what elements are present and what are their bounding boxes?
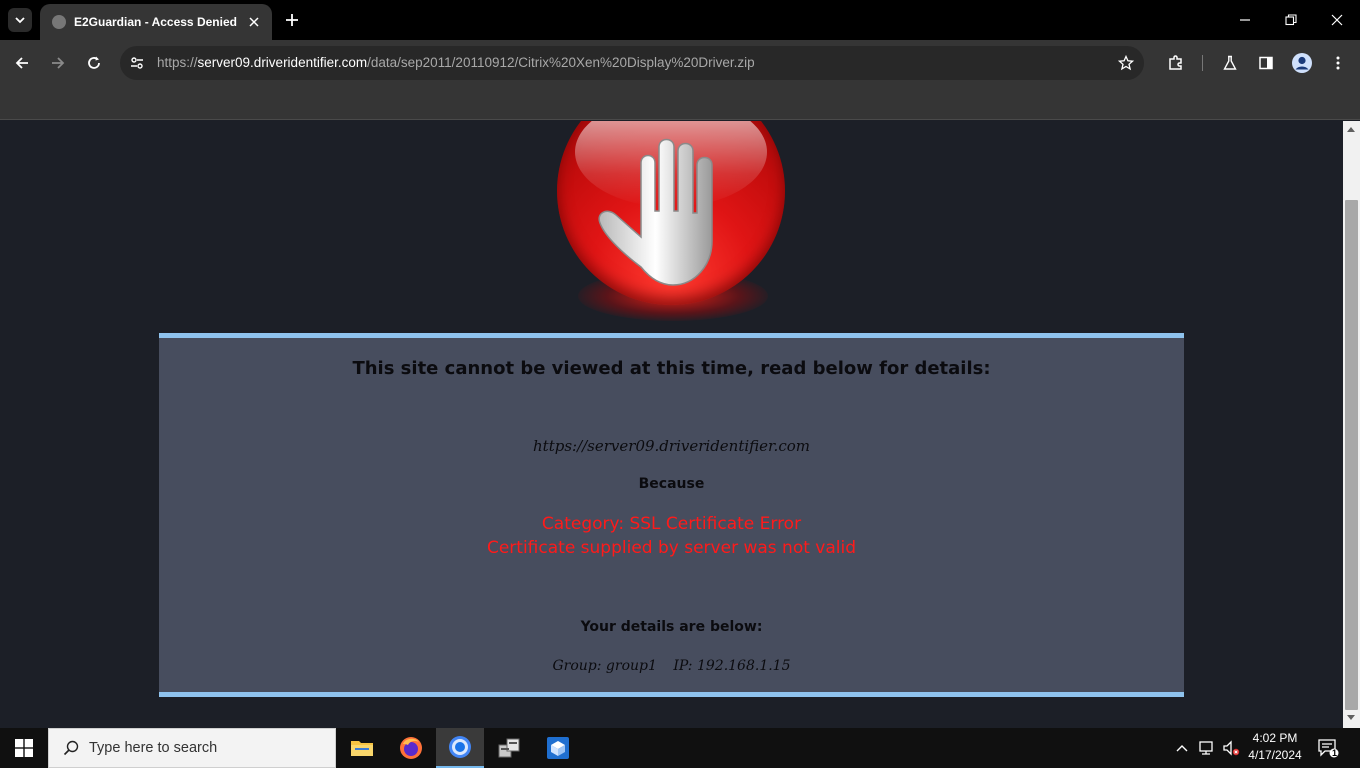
start-button[interactable] (0, 728, 48, 768)
globe-icon (52, 15, 66, 29)
extensions-icon[interactable] (1164, 51, 1188, 75)
network-status-button[interactable] (1196, 728, 1218, 768)
new-tab-button[interactable] (282, 10, 302, 30)
close-window-button[interactable] (1314, 0, 1360, 40)
scroll-up-icon[interactable] (1346, 124, 1356, 134)
scroll-down-icon[interactable] (1346, 713, 1356, 723)
block-reason-detail: Certificate supplied by server was not v… (486, 538, 857, 558)
user-details-heading: Your details are below: (580, 619, 763, 635)
block-reason-category: Category: SSL Certificate Error (541, 514, 802, 534)
tab-search-button[interactable] (8, 8, 32, 32)
tab-close-icon[interactable] (246, 14, 262, 30)
labs-flask-icon[interactable] (1218, 51, 1242, 75)
url-path: /data/sep2011/20110912/Citrix%20Xen%20Di… (367, 55, 755, 70)
user-details: Group: group1 IP: 192.168.1.15 (159, 658, 1184, 674)
chrome-icon (449, 736, 471, 758)
windows-logo-icon (15, 739, 33, 757)
toolbar-divider (1202, 55, 1203, 71)
clock-date: 4/17/2024 (1248, 748, 1302, 762)
bookmark-star-icon[interactable] (1114, 51, 1138, 75)
browser-tab-active[interactable]: E2Guardian - Access Denied (40, 4, 272, 40)
reload-button[interactable] (80, 49, 108, 77)
clock-time: 4:02 PM (1252, 731, 1298, 745)
page-viewport: This site cannot be viewed at this time,… (0, 121, 1343, 728)
site-info-icon[interactable] (127, 53, 147, 73)
scroll-thumb[interactable] (1345, 200, 1358, 710)
side-panel-icon[interactable] (1254, 51, 1278, 75)
taskbar-search-box[interactable]: Type here to search (48, 728, 336, 768)
folder-icon (351, 741, 373, 756)
url-host: server09.driveridentifier.com (197, 55, 368, 70)
restore-icon (1285, 14, 1297, 26)
url-scheme: https:// (157, 55, 198, 70)
speaker-muted-icon (1223, 740, 1240, 756)
file-explorer-button[interactable] (338, 728, 386, 768)
profile-avatar-icon[interactable] (1290, 51, 1314, 75)
chevron-down-icon (15, 17, 25, 24)
reload-icon (88, 56, 100, 69)
servers-icon (498, 738, 520, 758)
firefox-button[interactable] (387, 728, 435, 768)
firefox-icon (400, 737, 422, 759)
panel-heading: This site cannot be viewed at this time,… (352, 358, 991, 379)
virtualbox-button[interactable] (534, 728, 582, 768)
volume-button[interactable] (1220, 728, 1242, 768)
user-group: Group: group1 (552, 658, 657, 674)
arrow-right-icon (52, 57, 65, 69)
tab-title: E2Guardian - Access Denied (74, 15, 237, 29)
chrome-button[interactable] (436, 728, 484, 768)
arrow-left-icon (15, 57, 28, 69)
more-menu-icon[interactable] (1326, 51, 1350, 75)
close-icon (1331, 14, 1343, 26)
plus-icon (286, 14, 298, 26)
restore-button[interactable] (1268, 0, 1314, 40)
hand-icon (598, 138, 713, 286)
network-app-button[interactable] (485, 728, 533, 768)
blocked-site-url: https://server09.driveridentifier.com (533, 437, 810, 455)
stop-hand-icon (557, 121, 785, 305)
minimize-icon (1240, 19, 1250, 21)
search-icon (61, 738, 81, 758)
chevron-up-icon (1176, 745, 1188, 752)
back-button[interactable] (8, 49, 36, 77)
taskbar-clock[interactable]: 4:02 PM 4/17/2024 (1244, 730, 1306, 764)
user-ip: IP: 192.168.1.15 (673, 658, 791, 674)
minimize-button[interactable] (1222, 0, 1268, 40)
notification-count: 1 (1332, 748, 1338, 758)
url-text[interactable]: https://server09.driveridentifier.com/da… (157, 55, 755, 70)
show-hidden-icons-button[interactable] (1172, 728, 1192, 768)
search-placeholder: Type here to search (89, 740, 218, 756)
notification-center-button[interactable]: 1 (1314, 728, 1342, 768)
network-icon (1199, 741, 1213, 755)
bookmarks-bar (0, 86, 1360, 120)
package-box-icon (547, 737, 569, 759)
access-denied-panel: This site cannot be viewed at this time,… (159, 333, 1184, 697)
because-label: Because (638, 476, 705, 492)
forward-button[interactable] (44, 49, 72, 77)
